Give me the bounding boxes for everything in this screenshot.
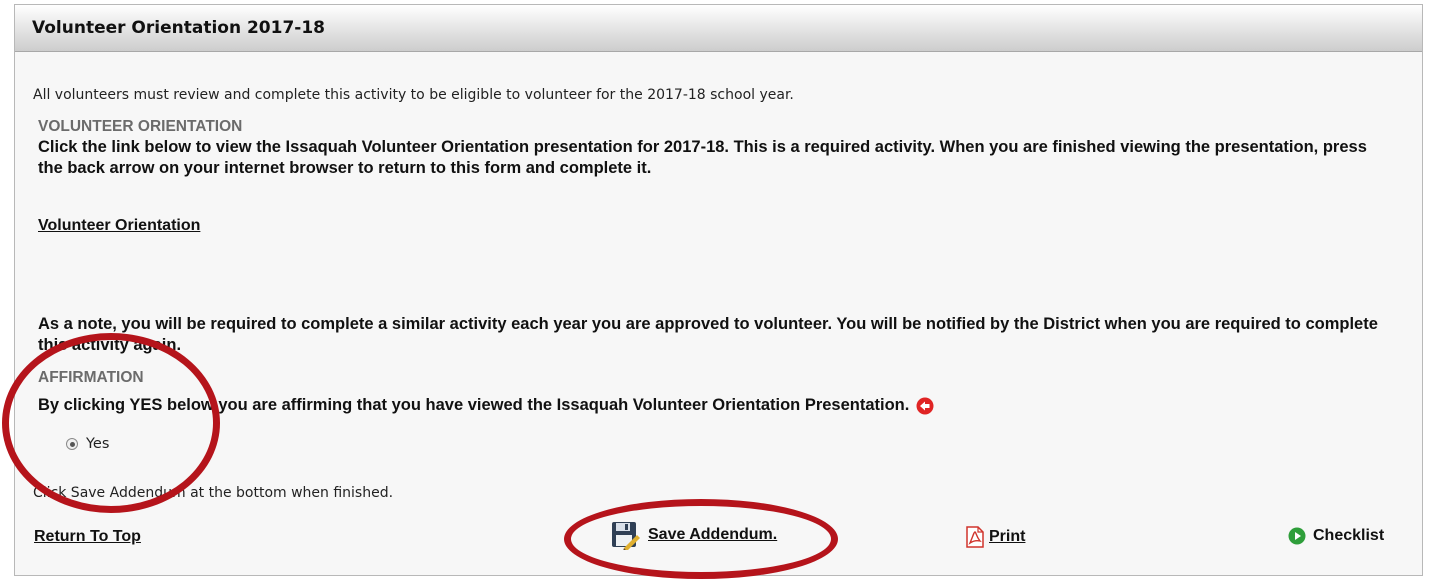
print-button[interactable]: Print [965,526,1025,548]
return-to-top-link[interactable]: Return To Top [34,528,141,546]
orientation-instructions: Click the link below to view the Issaqua… [38,138,1367,177]
yes-label: Yes [86,436,110,452]
save-addendum-label[interactable]: Save Addendum. [648,526,777,544]
pdf-icon [966,526,984,548]
panel-title: Volunteer Orientation 2017-18 [15,5,1422,52]
save-instruction: Click Save Addendum at the bottom when f… [33,485,394,501]
yes-radio[interactable] [66,438,78,450]
orientation-heading: VOLUNTEER ORIENTATION [38,118,243,135]
intro-text: All volunteers must review and complete … [33,87,794,103]
affirmation-text: By clicking YES below you are affirming … [38,396,910,414]
floppy-disk-pencil-icon [612,522,640,550]
affirmation-heading: AFFIRMATION [38,369,144,386]
green-play-circle-icon [1288,527,1306,545]
save-addendum-button[interactable]: Save Addendum. [610,520,777,550]
checklist-button[interactable]: Checklist [1288,527,1384,545]
annual-requirement-note: As a note, you will be required to compl… [38,315,1378,354]
affirmation-row: By clicking YES below you are affirming … [38,395,934,416]
red-circle-arrow-icon [916,397,934,414]
print-label[interactable]: Print [989,528,1025,546]
volunteer-orientation-link[interactable]: Volunteer Orientation [38,217,200,235]
checklist-label[interactable]: Checklist [1313,527,1384,545]
yes-option[interactable]: Yes [66,436,109,452]
